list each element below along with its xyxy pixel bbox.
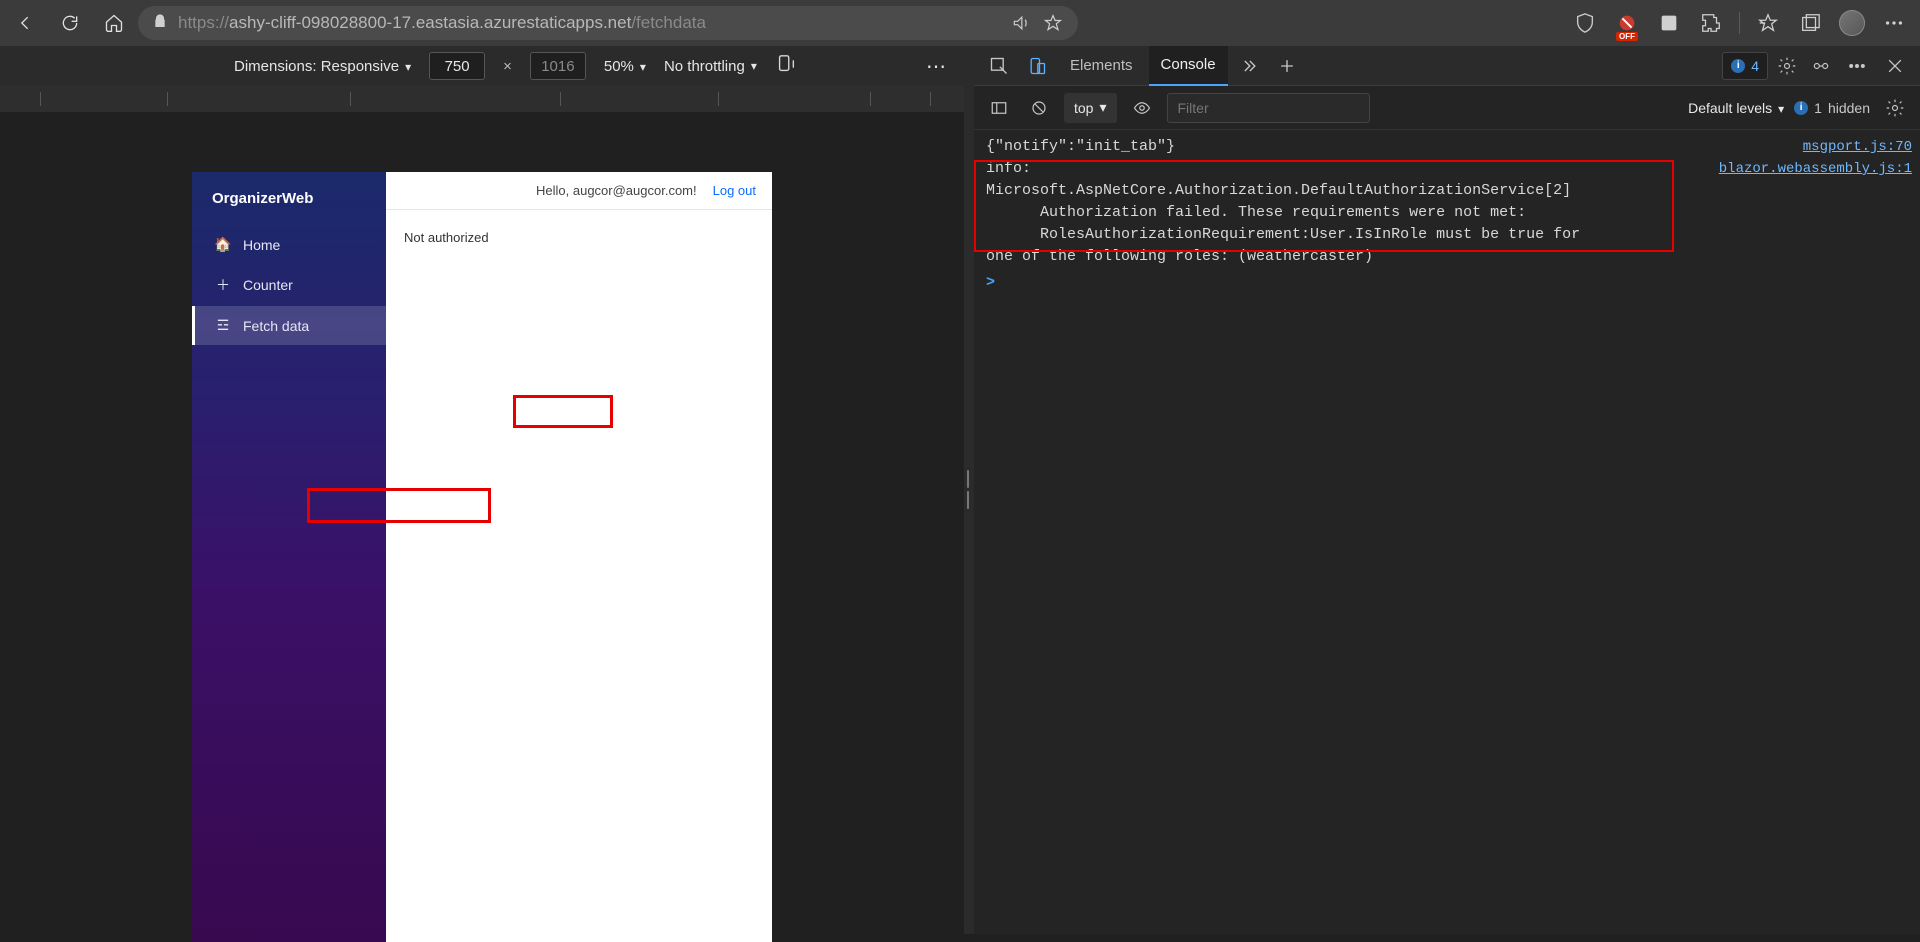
url-text: https://ashy-cliff-098028800-17.eastasia… [178, 13, 706, 33]
home-button[interactable] [94, 5, 134, 41]
devtools-panel: Elements Console i4 top▾ Default levels … [974, 46, 1920, 934]
logout-link[interactable]: Log out [713, 183, 756, 198]
viewport-area: OrganizerWeb 🏠 Home ＋ Counter ☲ Fetch da… [0, 112, 964, 934]
console-settings-icon[interactable] [1880, 93, 1910, 123]
read-aloud-icon[interactable] [1010, 12, 1032, 34]
extension-mvp-icon[interactable] [1649, 5, 1689, 41]
nav-item-fetch-data[interactable]: ☲ Fetch data [192, 306, 386, 345]
new-tab-icon[interactable] [1270, 50, 1304, 82]
greeting-text: Hello, augcor@augcor.com! [536, 183, 697, 198]
favorite-icon[interactable] [1042, 12, 1064, 34]
back-button[interactable] [6, 5, 46, 41]
nav-item-label: Counter [243, 277, 293, 293]
app-header: Hello, augcor@augcor.com! Log out [386, 172, 772, 210]
app-title: OrganizerWeb [192, 172, 386, 225]
tab-console[interactable]: Console [1149, 46, 1228, 86]
app-sidebar: OrganizerWeb 🏠 Home ＋ Counter ☲ Fetch da… [192, 172, 386, 942]
app-main: Hello, augcor@augcor.com! Log out Not au… [386, 172, 772, 942]
settings-icon[interactable] [1772, 51, 1802, 81]
console-info-block: Microsoft.AspNetCore.Authorization.Defau… [986, 180, 1912, 268]
collections-icon[interactable] [1790, 5, 1830, 41]
refresh-button[interactable] [50, 5, 90, 41]
throttling-dropdown[interactable]: No throttling [664, 58, 757, 75]
device-toolbar-more-icon[interactable]: ⋯ [926, 54, 948, 79]
toolbar-divider [1739, 12, 1740, 34]
profile-avatar[interactable] [1832, 5, 1872, 41]
console-message: info: [986, 158, 1699, 180]
shield-icon[interactable] [1565, 5, 1605, 41]
console-toolbar: top▾ Default levels i1 hidden [974, 86, 1920, 130]
console-sidebar-toggle-icon[interactable] [984, 93, 1014, 123]
device-toolbar: Dimensions: Responsive × 50% No throttli… [0, 46, 964, 86]
live-expression-icon[interactable] [1127, 93, 1157, 123]
viewport-width-input[interactable] [429, 52, 485, 80]
devtools-menu-icon[interactable] [1840, 50, 1874, 82]
console-filter-input[interactable] [1167, 93, 1370, 123]
not-authorized-text: Not authorized [404, 228, 754, 247]
close-devtools-icon[interactable] [1878, 50, 1912, 82]
console-source-link[interactable]: msgport.js:70 [1783, 136, 1912, 158]
plus-icon: ＋ [215, 275, 231, 295]
ruler [0, 86, 964, 112]
zoom-dropdown[interactable]: 50% [604, 58, 646, 75]
viewport-x: × [503, 58, 512, 75]
console-message: {"notify":"init_tab"} [986, 136, 1783, 158]
nav-item-home[interactable]: 🏠 Home [192, 225, 386, 264]
hidden-messages-chip[interactable]: i1 hidden [1794, 100, 1870, 116]
viewport-height-input[interactable] [530, 52, 586, 80]
issues-chip[interactable]: i4 [1722, 52, 1768, 80]
favorites-menu-icon[interactable] [1748, 5, 1788, 41]
home-icon: 🏠 [215, 236, 231, 253]
nav-item-counter[interactable]: ＋ Counter [192, 264, 386, 306]
app-content: Not authorized [386, 210, 772, 265]
console-prompt[interactable]: > [986, 268, 1912, 294]
tab-elements[interactable]: Elements [1058, 46, 1145, 86]
console-row: {"notify":"init_tab"} msgport.js:70 [986, 136, 1912, 158]
log-levels-dropdown[interactable]: Default levels [1688, 100, 1784, 116]
extensions-icon[interactable] [1691, 5, 1731, 41]
browser-toolbar: https://ashy-cliff-098028800-17.eastasia… [0, 0, 1920, 46]
lock-icon [152, 13, 168, 34]
nav-item-label: Fetch data [243, 318, 309, 334]
activity-icon[interactable] [1806, 51, 1836, 81]
device-mode-icon[interactable] [1020, 50, 1054, 82]
more-tabs-icon[interactable] [1232, 50, 1266, 82]
panel-splitter[interactable] [964, 46, 974, 934]
app-frame: OrganizerWeb 🏠 Home ＋ Counter ☲ Fetch da… [192, 172, 772, 942]
rotate-icon[interactable] [775, 53, 797, 79]
noscript-extension-icon[interactable] [1607, 5, 1647, 41]
console-output: {"notify":"init_tab"} msgport.js:70 info… [974, 130, 1920, 934]
console-source-link[interactable]: blazor.webassembly.js:1 [1699, 158, 1912, 180]
list-icon: ☲ [215, 317, 231, 334]
dimensions-dropdown[interactable]: Dimensions: Responsive [234, 58, 411, 75]
console-context-dropdown[interactable]: top▾ [1064, 93, 1117, 123]
console-row: info: blazor.webassembly.js:1 [986, 158, 1912, 180]
devtools-tabs: Elements Console i4 [974, 46, 1920, 86]
nav-item-label: Home [243, 237, 280, 253]
address-bar[interactable]: https://ashy-cliff-098028800-17.eastasia… [138, 6, 1078, 40]
browser-menu-icon[interactable] [1874, 5, 1914, 41]
clear-console-icon[interactable] [1024, 93, 1054, 123]
inspect-icon[interactable] [982, 50, 1016, 82]
